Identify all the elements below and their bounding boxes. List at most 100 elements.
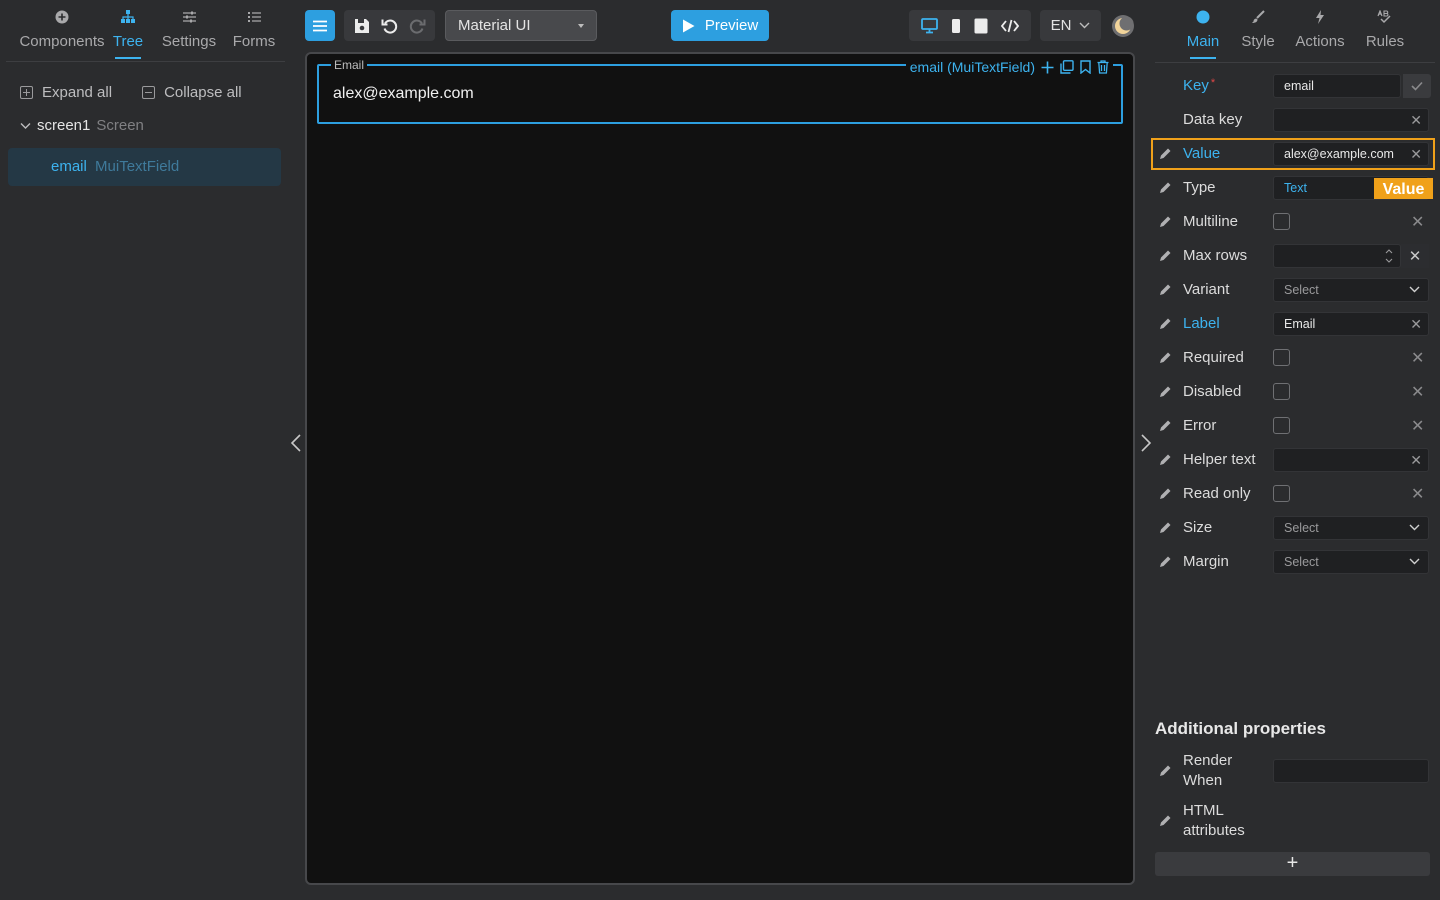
prop-variant-label: Variant	[1183, 281, 1230, 298]
html-attributes-label: HTML attributes	[1183, 802, 1245, 839]
clear-icon[interactable]: ✕	[1411, 382, 1424, 402]
margin-select[interactable]: Select	[1273, 550, 1429, 574]
prop-required-label: Required	[1183, 349, 1244, 366]
prop-render-when: Render When	[1155, 751, 1431, 791]
clear-max-rows-button[interactable]: ✕	[1401, 244, 1429, 268]
expand-all-button[interactable]: Expand all	[20, 84, 112, 101]
email-field-value: alex@example.com	[333, 85, 474, 102]
pencil-icon[interactable]	[1159, 453, 1172, 471]
save-icon[interactable]	[354, 18, 370, 34]
expand-all-label: Expand all	[42, 84, 113, 101]
pencil-icon[interactable]	[1159, 181, 1172, 199]
caret-down-icon	[578, 23, 584, 28]
required-checkbox[interactable]	[1273, 349, 1290, 366]
desktop-icon[interactable]	[921, 17, 939, 34]
prop-margin: Margin Select	[1155, 547, 1431, 577]
redo-icon[interactable]	[409, 17, 426, 34]
clear-icon[interactable]: ✕	[1411, 212, 1424, 232]
disabled-checkbox[interactable]	[1273, 383, 1290, 400]
prop-helper-text: Helper text ✕	[1155, 445, 1431, 475]
pencil-icon[interactable]	[1159, 555, 1172, 573]
collapse-right-panel-icon[interactable]	[1139, 433, 1153, 453]
multiline-checkbox[interactable]	[1273, 213, 1290, 230]
tablet-icon[interactable]	[974, 18, 988, 34]
tab-tree[interactable]: Tree	[110, 10, 146, 59]
clear-icon[interactable]: ✕	[1410, 449, 1422, 471]
tab-settings[interactable]: Settings	[160, 10, 218, 50]
delete-icon[interactable]	[1097, 60, 1109, 74]
tab-rules[interactable]: Rules	[1365, 10, 1405, 50]
tab-forms[interactable]: Forms	[232, 10, 276, 50]
code-icon[interactable]	[1000, 19, 1019, 33]
rules-icon	[1365, 10, 1405, 30]
variant-select[interactable]: Select	[1273, 278, 1429, 302]
theme-toggle[interactable]	[1110, 10, 1136, 41]
value-highlight-outline	[1151, 138, 1435, 170]
pencil-icon[interactable]	[1159, 487, 1172, 505]
language-select[interactable]: EN	[1040, 10, 1101, 41]
lightning-icon	[1295, 10, 1345, 30]
max-rows-input[interactable]	[1273, 244, 1401, 268]
key-confirm-button[interactable]	[1403, 74, 1431, 98]
tab-main[interactable]: Main	[1186, 10, 1220, 59]
collapse-all-button[interactable]: Collapse all	[142, 84, 242, 101]
tab-label: Style	[1241, 33, 1275, 50]
key-input[interactable]: email	[1273, 74, 1401, 98]
error-checkbox[interactable]	[1273, 417, 1290, 434]
pencil-icon[interactable]	[1159, 521, 1172, 539]
tree-node-email[interactable]: email MuiTextField	[8, 148, 281, 186]
left-panel: Components Tree Settings Forms Expand al…	[0, 0, 290, 900]
type-input-value: Text	[1284, 181, 1307, 195]
helper-text-input[interactable]: ✕	[1273, 448, 1429, 472]
pencil-icon[interactable]	[1159, 764, 1172, 782]
prop-error: Error ✕	[1155, 411, 1431, 441]
pencil-icon[interactable]	[1159, 249, 1172, 267]
key-input-value: email	[1284, 79, 1314, 93]
read-only-checkbox[interactable]	[1273, 485, 1290, 502]
tab-label: Forms	[232, 33, 276, 50]
pencil-icon[interactable]	[1159, 283, 1172, 301]
prop-disabled: Disabled ✕	[1155, 377, 1431, 407]
collapse-left-panel-icon[interactable]	[289, 433, 303, 453]
tree-root-type: Screen	[96, 117, 144, 134]
clear-icon[interactable]: ✕	[1410, 109, 1422, 131]
email-field-label: Email	[331, 58, 368, 72]
tree-root-screen1[interactable]: screen1 Screen	[20, 117, 144, 134]
tab-components[interactable]: Components	[14, 10, 110, 50]
duplicate-icon[interactable]	[1060, 60, 1074, 74]
value-highlight-tag: Value	[1374, 178, 1433, 199]
pencil-icon[interactable]	[1159, 419, 1172, 437]
data-key-input[interactable]: ✕	[1273, 108, 1429, 132]
render-when-label: Render When	[1183, 752, 1233, 789]
clear-icon[interactable]: ✕	[1411, 484, 1424, 504]
variant-value: Select	[1284, 283, 1319, 297]
pencil-icon[interactable]	[1159, 317, 1172, 335]
add-attribute-button[interactable]: +	[1155, 852, 1430, 876]
menu-button[interactable]	[305, 10, 335, 41]
pencil-icon[interactable]	[1159, 215, 1172, 233]
pencil-icon[interactable]	[1159, 814, 1172, 832]
mobile-icon[interactable]	[951, 18, 961, 34]
tab-label: Main	[1186, 33, 1220, 50]
email-text-field[interactable]: Email alex@example.com email (MuiTextFie…	[317, 56, 1123, 124]
stepper-icon[interactable]	[1382, 245, 1396, 267]
clear-icon[interactable]: ✕	[1411, 348, 1424, 368]
add-icon[interactable]	[1041, 61, 1054, 74]
plus-circle-icon	[14, 10, 110, 30]
clear-icon[interactable]: ✕	[1410, 313, 1422, 335]
preview-button[interactable]: Preview	[671, 10, 769, 41]
clear-icon[interactable]: ✕	[1411, 416, 1424, 436]
render-when-input[interactable]	[1273, 759, 1429, 783]
design-canvas: Email alex@example.com email (MuiTextFie…	[305, 52, 1135, 885]
prop-data-key: Data key ✕	[1155, 105, 1431, 135]
tab-actions[interactable]: Actions	[1295, 10, 1345, 50]
label-input[interactable]: Email ✕	[1273, 312, 1429, 336]
pencil-icon[interactable]	[1159, 385, 1172, 403]
pencil-icon[interactable]	[1159, 351, 1172, 369]
undo-icon[interactable]	[381, 17, 398, 34]
prop-key-label: Key *	[1183, 77, 1215, 94]
size-select[interactable]: Select	[1273, 516, 1429, 540]
ui-library-select[interactable]: Material UI	[445, 10, 597, 41]
tab-style[interactable]: Style	[1240, 10, 1276, 50]
bookmark-icon[interactable]	[1080, 60, 1091, 74]
